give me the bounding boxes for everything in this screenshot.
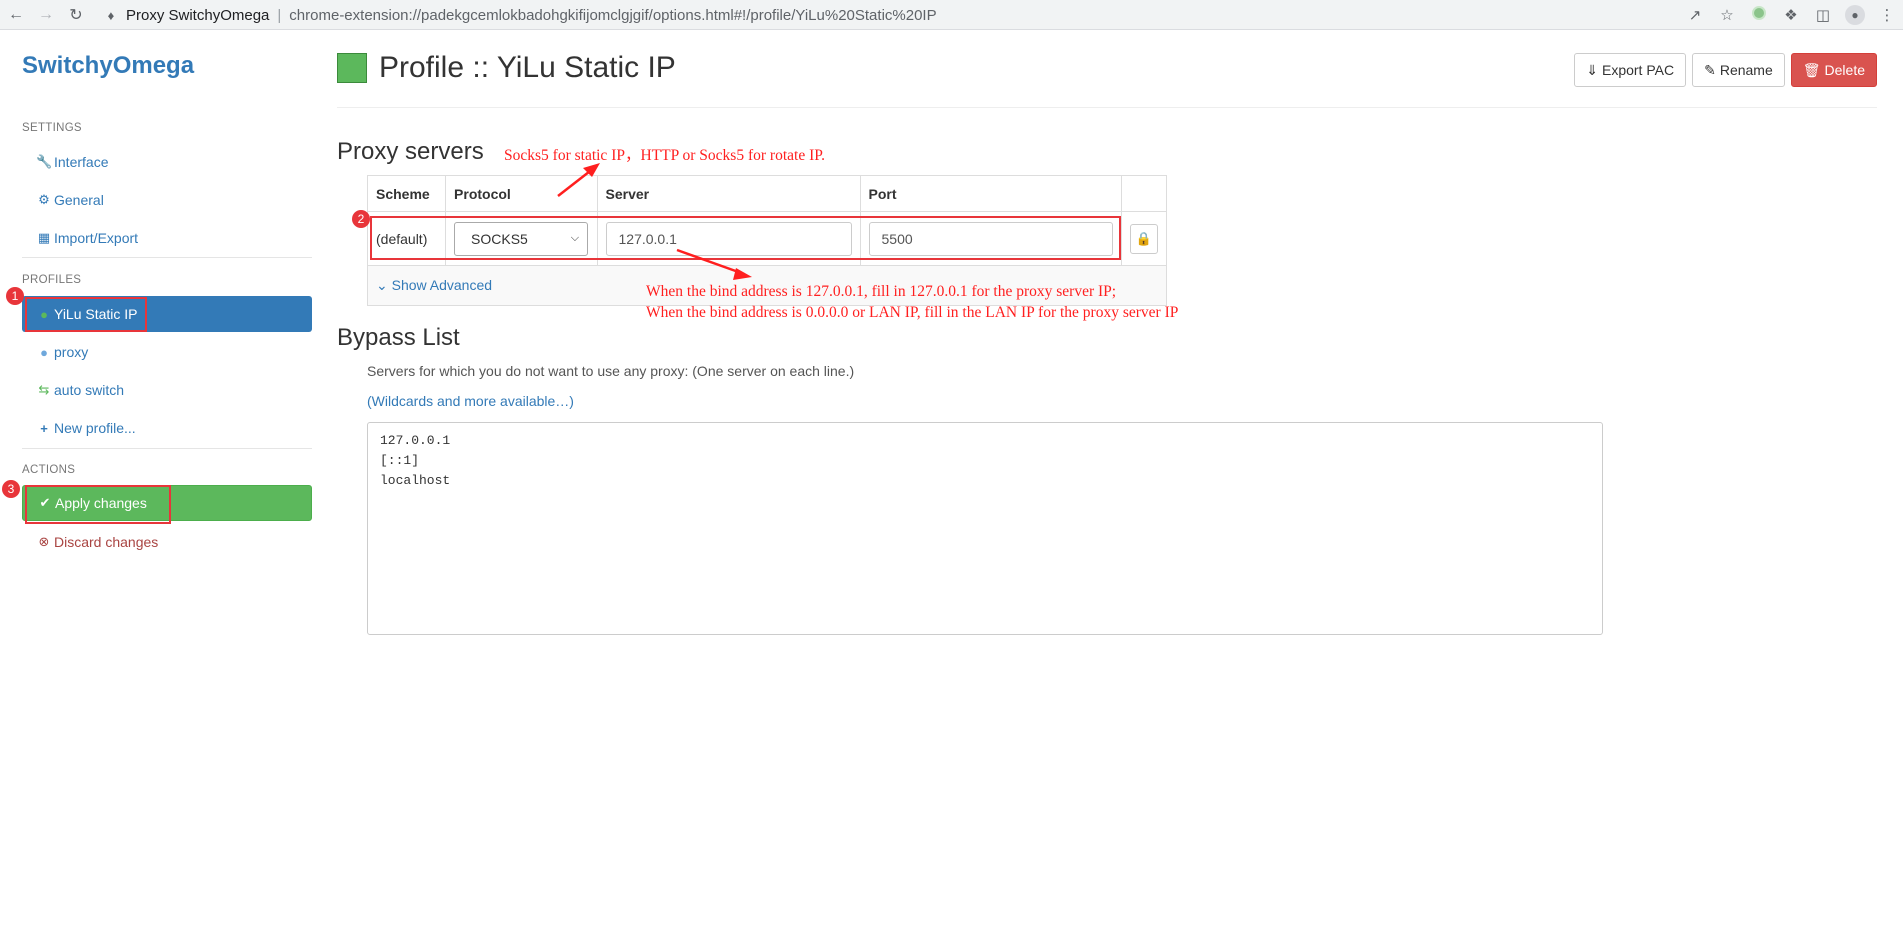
profile-avatar-icon[interactable]: ● (1839, 5, 1871, 25)
back-icon[interactable]: ← (2, 1, 30, 29)
browser-actions: ↗ ☆ ❖ ◫ ● ⋮ (1679, 0, 1903, 30)
export-pac-label: Export PAC (1601, 62, 1675, 78)
wildcards-link[interactable]: (Wildcards and more available…) (367, 393, 574, 409)
edit-icon: ✎ (1704, 61, 1716, 78)
share-icon[interactable]: ↗ (1679, 6, 1711, 24)
annotation-box-profile (25, 297, 147, 332)
gear-icon: ⚙ (38, 192, 50, 207)
rename-label: Rename (1719, 62, 1773, 78)
column-header: Port (859, 175, 1122, 212)
page-title: Profile :: YiLu Static IP (379, 51, 676, 84)
bypass-entry: [::1] (380, 453, 420, 468)
discard-changes-label: Discard changes (54, 534, 159, 550)
header-actions: ⇓ Export PAC ✎ Rename 🗑 Delete (1574, 53, 1877, 87)
x-circle-icon: ⊗ (38, 534, 50, 549)
sidebar-item-label: General (54, 192, 104, 208)
delete-label: Delete (1824, 62, 1865, 78)
show-advanced-link[interactable]: ⌄ Show Advanced (376, 277, 492, 293)
forward-icon[interactable]: → (32, 1, 60, 29)
actions-header: ACTIONS (22, 464, 76, 476)
sidebar-item-label: Interface (54, 154, 109, 170)
lock-icon: 🔒 (1135, 230, 1153, 246)
browser-toolbar: ← → ↻ ♦ Proxy SwitchyOmega | chrome-exte… (0, 0, 1903, 30)
profile-color-swatch[interactable] (337, 53, 367, 83)
trash-icon: 🗑 (1802, 61, 1821, 78)
address-bar[interactable]: ♦ Proxy SwitchyOmega | chrome-extension:… (100, 2, 1820, 28)
column-header: Server (596, 175, 861, 212)
bypass-help-text: Servers for which you do not want to use… (367, 363, 855, 379)
column-header: Protocol (445, 175, 598, 212)
url-text: chrome-extension://padekgcemlokbadohgkif… (289, 6, 937, 24)
annotation-server-note-2: When the bind address is 0.0.0.0 or LAN … (646, 304, 1179, 321)
discard-changes-button[interactable]: ⊗ Discard changes (22, 524, 312, 560)
bypass-list-title: Bypass List (337, 324, 460, 351)
sidebar-item-label: New profile... (54, 420, 136, 436)
page-header: Profile :: YiLu Static IP (337, 48, 676, 88)
annotation-server-note-1: When the bind address is 127.0.0.1, fill… (646, 283, 1117, 300)
site-name: Proxy SwitchyOmega (126, 6, 270, 24)
column-header: Scheme (366, 175, 447, 212)
column-header-lock (1120, 175, 1168, 212)
globe-icon: ● (40, 344, 48, 360)
bypass-entry: 127.0.0.1 (380, 433, 451, 448)
annotation-box-proxy-row (370, 216, 1121, 260)
delete-button[interactable]: 🗑 Delete (1790, 53, 1877, 87)
bypass-list-textarea[interactable]: 127.0.0.1 [::1] localhost (367, 422, 1603, 635)
sidebar-item-interface[interactable]: 🔧 Interface (22, 144, 312, 180)
extensions-icon[interactable]: ❖ (1775, 6, 1807, 24)
proxy-servers-title: Proxy servers (337, 138, 484, 165)
switchyomega-extension-icon[interactable] (1743, 6, 1775, 24)
table-header-row: Scheme Protocol Server Port (366, 175, 1168, 212)
annotation-box-apply (25, 485, 171, 524)
star-icon[interactable]: ☆ (1711, 6, 1743, 24)
side-panel-icon[interactable]: ◫ (1807, 6, 1839, 24)
auth-lock-button[interactable]: 🔒 (1129, 223, 1158, 254)
sidebar-item-import-export[interactable]: ▦ Import/Export (22, 220, 312, 256)
puzzle-icon: ♦ (107, 7, 115, 23)
download-icon: ⇓ (1586, 61, 1598, 78)
address-separator: | (277, 6, 282, 24)
bypass-entry: localhost (380, 473, 451, 488)
switch-icon: ⇆ (38, 382, 50, 397)
annotation-protocol-note: Socks5 for static IP，HTTP or Socks5 for … (504, 147, 826, 164)
sidebar-divider (22, 448, 312, 449)
sidebar-item-label: Import/Export (54, 230, 139, 246)
sidebar-divider (22, 257, 312, 258)
rename-button[interactable]: ✎ Rename (1692, 53, 1785, 87)
sidebar-item-general[interactable]: ⚙ General (22, 182, 312, 218)
wrench-icon: 🔧 (36, 154, 53, 169)
sidebar-item-new-profile[interactable]: + New profile... (22, 410, 312, 446)
sitemap-icon: ▦ (37, 230, 51, 245)
sidebar-item-auto-switch[interactable]: ⇆ auto switch (22, 372, 312, 408)
header-divider (337, 107, 1877, 108)
annotation-badge: 2 (352, 210, 370, 228)
settings-header: SETTINGS (22, 122, 82, 134)
profiles-header: PROFILES (22, 274, 82, 286)
menu-icon[interactable]: ⋮ (1871, 6, 1903, 24)
reload-icon[interactable]: ↻ (62, 1, 90, 29)
chevron-down-icon: ⌄ (376, 277, 388, 293)
brand-title[interactable]: SwitchyOmega (22, 52, 194, 80)
annotation-badge: 1 (6, 287, 24, 305)
sidebar-item-label: proxy (54, 344, 89, 360)
plus-icon: + (40, 420, 48, 436)
sidebar-item-proxy[interactable]: ● proxy (22, 334, 312, 370)
sidebar-item-label: auto switch (54, 382, 125, 398)
show-advanced-label: Show Advanced (391, 277, 493, 293)
export-pac-button[interactable]: ⇓ Export PAC (1574, 53, 1687, 87)
lock-cell: 🔒 (1120, 211, 1168, 266)
annotation-badge: 3 (2, 480, 20, 498)
